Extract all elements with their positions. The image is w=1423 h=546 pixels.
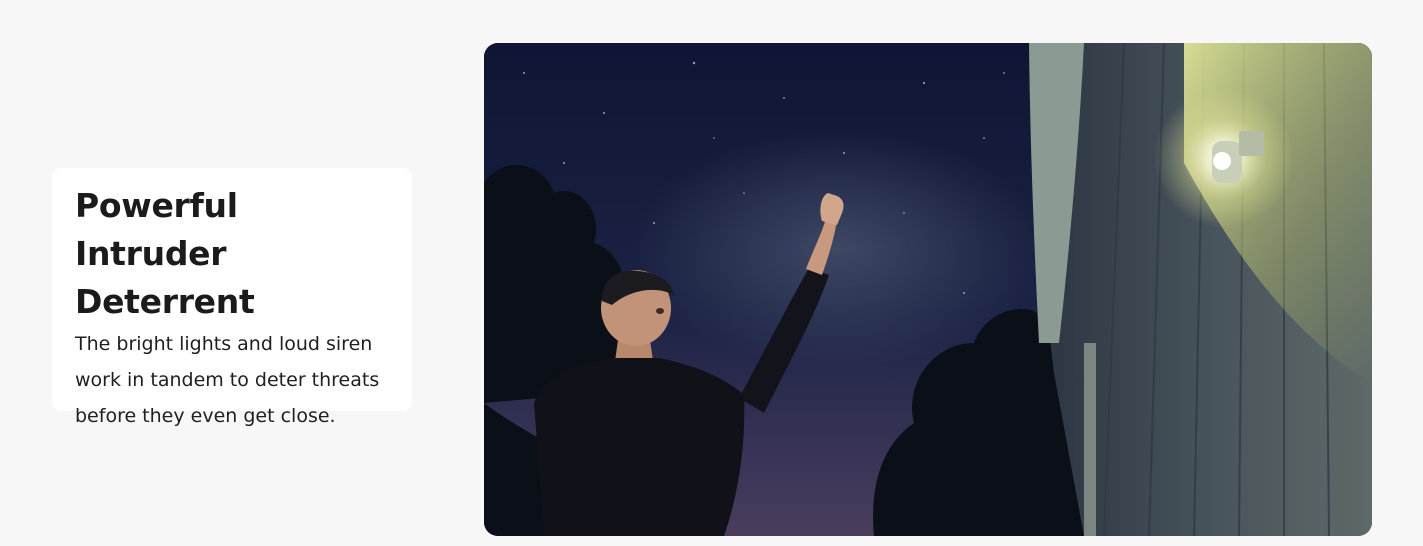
feature-description: The bright lights and loud siren work in… bbox=[75, 333, 380, 427]
feature-photo bbox=[484, 43, 1372, 536]
feature-title: Powerful Intruder Deterrent bbox=[75, 186, 255, 321]
feature-text-card: Powerful Intruder Deterrent The bright l… bbox=[52, 168, 412, 427]
